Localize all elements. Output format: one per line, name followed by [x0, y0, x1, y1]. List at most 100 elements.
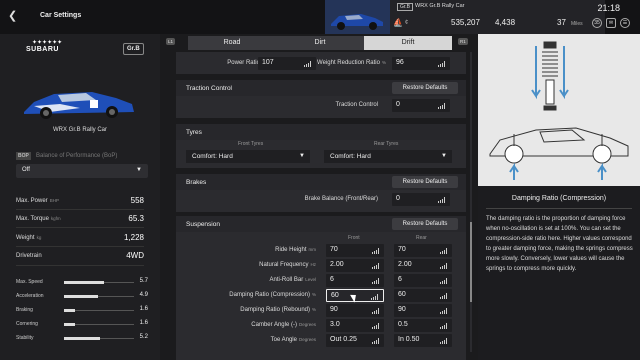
tab-drift[interactable]: Drift	[364, 36, 452, 50]
help-title: Damping Ratio (Compression)	[511, 195, 607, 202]
row-label-text: Damping Ratio (Compression)	[229, 292, 310, 298]
chevron-down-icon: ▼	[441, 153, 447, 159]
perf-label: Cornering	[16, 321, 38, 327]
bop-select[interactable]: Off ▼	[16, 164, 148, 178]
tab-road[interactable]: Road	[188, 36, 276, 50]
divider	[486, 208, 632, 209]
tab-dirt[interactable]: Dirt	[276, 36, 364, 50]
suspension-rear-input[interactable]: 90	[394, 304, 452, 317]
car-info-panel: ✦✦✦✦✦✦ SUBARU Gr.B WRX Gr.B Rally Car BO…	[0, 34, 160, 360]
page-title: Car Settings	[40, 12, 82, 19]
car-name: WRX Gr.B Rally Car	[415, 3, 465, 9]
perf-bar	[64, 337, 134, 340]
traction-control-value: 0	[396, 101, 400, 108]
power-ratio-input[interactable]: 107	[258, 57, 316, 70]
perf-value: 5.2	[139, 334, 148, 340]
perf-acceleration: Acceleration 4.9	[16, 292, 148, 299]
credits-value: 535,207	[451, 18, 480, 27]
restore-defaults-button[interactable]: Restore Defaults	[392, 218, 458, 230]
bop-tag: BOP	[16, 152, 31, 160]
signal-bars-icon	[440, 248, 447, 254]
divider	[16, 246, 144, 247]
menu-icon[interactable]: ☰	[620, 18, 630, 28]
settings-list: Power Ratio% 107 Weight Reduction Ratio%…	[176, 52, 466, 360]
section-header: Suspension Restore Defaults	[176, 216, 466, 232]
suspension-rear-input[interactable]: 70	[394, 244, 452, 257]
suspension-front-input[interactable]: 90	[326, 304, 384, 317]
l1-key-icon[interactable]: L1	[166, 38, 176, 45]
notification-icon[interactable]: ✉	[606, 18, 616, 28]
weight-reduction-value: 96	[396, 59, 404, 66]
section-title: Traction Control	[186, 85, 232, 92]
restore-defaults-button[interactable]: Restore Defaults	[392, 176, 458, 188]
row-unit: Degrees	[298, 322, 316, 327]
signal-bars-icon	[440, 278, 447, 284]
perf-label: Max. Speed	[16, 279, 43, 285]
settings-scrollbar[interactable]	[470, 52, 472, 352]
brake-balance-label: Brake Balance (Front/Rear)	[304, 196, 378, 202]
signal-bars-icon	[440, 293, 447, 299]
rear-value: 70	[398, 246, 406, 253]
bop-label: Balance of Performance (BoP)	[36, 153, 118, 159]
brake-balance-value: 0	[396, 195, 400, 202]
front-tyres-select[interactable]: Comfort: Hard ▼	[186, 150, 310, 163]
perf-value: 1.6	[139, 306, 148, 312]
car-label: WRX Gr.B Rally Car	[52, 127, 107, 133]
restore-defaults-button[interactable]: Restore Defaults	[392, 82, 458, 94]
suspension-front-input[interactable]: 3.0	[326, 319, 384, 332]
suspension-front-input[interactable]: 6	[326, 274, 384, 287]
perf-bar-fill	[64, 323, 76, 326]
perf-cornering: Cornering 1.6	[16, 320, 148, 327]
suspension-rear-input[interactable]: 60	[394, 289, 452, 302]
brand-name: SUBARU	[26, 46, 59, 53]
suspension-front-input[interactable]: Out 0.25	[326, 334, 384, 347]
front-value: 70	[330, 246, 338, 253]
suspension-row-label: Damping Ratio (Compression)%	[186, 292, 316, 298]
traction-section: Traction Control Restore Defaults Tracti…	[176, 80, 466, 118]
traction-control-input[interactable]: 0	[392, 99, 450, 112]
weight-reduction-text: Weight Reduction Ratio	[317, 60, 380, 66]
suspension-front-input[interactable]: 70	[326, 244, 384, 257]
suspension-rear-input[interactable]: 0.5	[394, 319, 452, 332]
perf-bar	[64, 281, 134, 284]
perf-bar	[64, 323, 134, 326]
traction-control-label: Traction Control	[335, 102, 378, 108]
mode-tabs: L1 Road Dirt Drift R1	[166, 36, 473, 50]
perf-max-speed: Max. Speed 5.7	[16, 278, 148, 285]
suspension-front-input[interactable]: 2.00	[326, 259, 384, 272]
perf-bar-fill	[64, 281, 104, 284]
brake-balance-input[interactable]: 0	[392, 193, 450, 206]
signal-bars-icon	[440, 308, 447, 314]
suspension-diagram	[478, 34, 640, 186]
suspension-rear-input[interactable]: 2.00	[394, 259, 452, 272]
scrollbar-thumb[interactable]	[470, 222, 472, 302]
current-car-banner[interactable]: Gr.B WRX Gr.B Rally Car ⛵ ¢ 535,207 4,43…	[325, 0, 605, 34]
perf-label: Acceleration	[16, 293, 44, 299]
suspension-row-label: Toe Angle Degrees	[186, 337, 316, 343]
suspension-row-label: Natural Frequency Hz	[186, 262, 316, 268]
power-ratio-text: Power Ratio	[227, 60, 260, 66]
row-label-text: Damping Ratio (Rebound)	[240, 307, 310, 313]
signal-bars-icon	[440, 338, 447, 344]
power-ratio-value: 107	[262, 59, 274, 66]
signal-bars-icon	[372, 338, 379, 344]
rear-value: 90	[398, 306, 406, 313]
rear-tyres-select[interactable]: Comfort: Hard ▼	[324, 150, 452, 163]
suspension-rear-input[interactable]: 6	[394, 274, 452, 287]
row-unit: %	[311, 292, 316, 297]
signal-bars-icon	[440, 323, 447, 329]
suspension-row-label: Camber Angle (-) Degrees	[186, 322, 316, 328]
back-arrow-icon[interactable]: ❮	[8, 9, 22, 23]
weight-reduction-input[interactable]: 96	[392, 57, 450, 70]
perf-label: Stability	[16, 335, 34, 341]
rear-value: 2.00	[398, 261, 412, 268]
signal-bars-icon	[372, 323, 379, 329]
spec-label: Weight	[16, 235, 35, 241]
r1-key-icon[interactable]: R1	[458, 38, 468, 45]
help-panel: Damping Ratio (Compression) The damping …	[478, 34, 640, 360]
perf-value: 1.6	[139, 320, 148, 326]
suspension-section: Suspension Restore Defaults Front Rear R…	[176, 216, 466, 360]
front-tyres-header: Front Tyres	[238, 141, 264, 147]
spec-max-torque: Max. Torque kgfm 65.3	[16, 214, 144, 223]
suspension-rear-input[interactable]: In 0.50	[394, 334, 452, 347]
